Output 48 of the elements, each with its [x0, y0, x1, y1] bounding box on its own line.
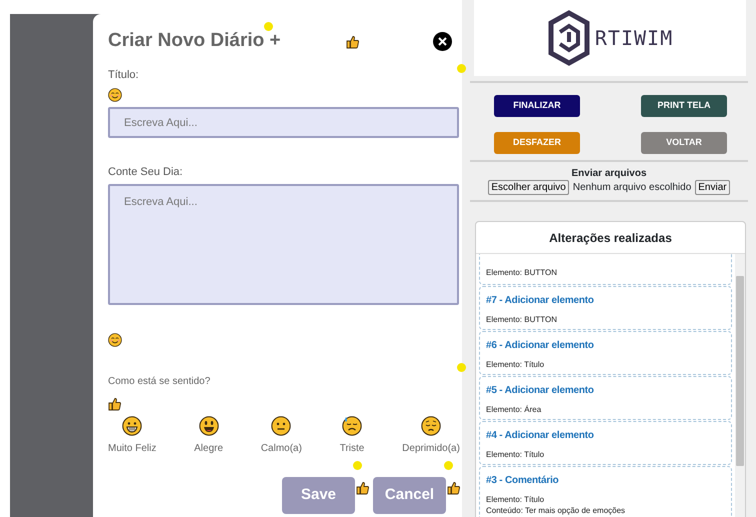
panel-title: Alterações realizadas — [476, 222, 745, 254]
mood-option[interactable]: Muito Feliz — [108, 416, 156, 456]
smiley-icon — [108, 87, 122, 102]
change-detail: Elemento: Título — [486, 359, 546, 370]
action-button[interactable]: VOLTAR — [641, 132, 727, 154]
submit-button[interactable]: Enviar — [695, 180, 730, 195]
mood-option[interactable]: Alegre — [194, 416, 224, 456]
text-field[interactable]: Escreva Aqui... — [108, 107, 459, 138]
smiley-icon — [108, 332, 122, 346]
change-detail: Elemento: Título — [486, 449, 546, 460]
change-detail: Elemento: Área — [486, 404, 542, 415]
text-area[interactable]: Escreva Aqui... — [108, 184, 459, 305]
change-detail: Elemento: BUTTON — [486, 314, 558, 325]
field-label: Conte Seu Dia: — [108, 165, 184, 180]
field-label: Título: — [108, 68, 140, 83]
action-button[interactable]: FINALIZAR — [494, 95, 580, 117]
choose-file-button[interactable]: Escolher arquivo — [488, 180, 569, 195]
hexagon-logo-icon — [546, 10, 591, 66]
change-title: #3 - Comentário — [486, 474, 560, 488]
upload-title: Enviar arquivos — [570, 168, 648, 180]
thumbs-up-icon — [447, 480, 460, 494]
change-title: #4 - Adicionar elemento — [486, 429, 595, 443]
logo-text: RTIWIM — [594, 25, 674, 52]
mood-option[interactable]: Deprimido(a) — [402, 416, 460, 456]
thumbs-up-icon — [356, 480, 369, 494]
emoji-face-icon — [342, 416, 362, 436]
dialog-title: Criar Novo Diário + — [108, 30, 282, 53]
emoji-face-icon — [271, 416, 292, 436]
change-detail: Elemento: Título — [486, 494, 546, 505]
emoji-face-icon — [198, 416, 219, 436]
emoji-face-icon — [122, 416, 142, 436]
emoji-face-icon — [421, 416, 442, 436]
close-button[interactable] — [433, 32, 452, 51]
mood-option[interactable]: Triste — [340, 416, 364, 456]
file-status-text: Nenhum arquivo escolhido — [572, 181, 692, 195]
action-button[interactable]: DESFAZER — [494, 132, 580, 154]
change-detail: Elemento: BUTTON — [486, 267, 558, 278]
change-title: #5 - Adicionar elemento — [486, 384, 595, 398]
thumbs-up-icon — [346, 34, 359, 48]
action-button[interactable]: PRINT TELA — [641, 95, 727, 117]
scrollbar[interactable] — [735, 254, 745, 517]
change-title: #6 - Adicionar elemento — [486, 339, 595, 353]
close-icon — [438, 36, 447, 46]
change-detail: Conteúdo: Ter mais opção de emoções — [486, 505, 626, 516]
mood-option[interactable]: Calmo(a) — [260, 416, 302, 456]
question-label: Como está se sentido? — [108, 374, 210, 389]
thumbs-up-icon — [108, 396, 121, 410]
change-title: #7 - Adicionar elemento — [486, 294, 595, 308]
